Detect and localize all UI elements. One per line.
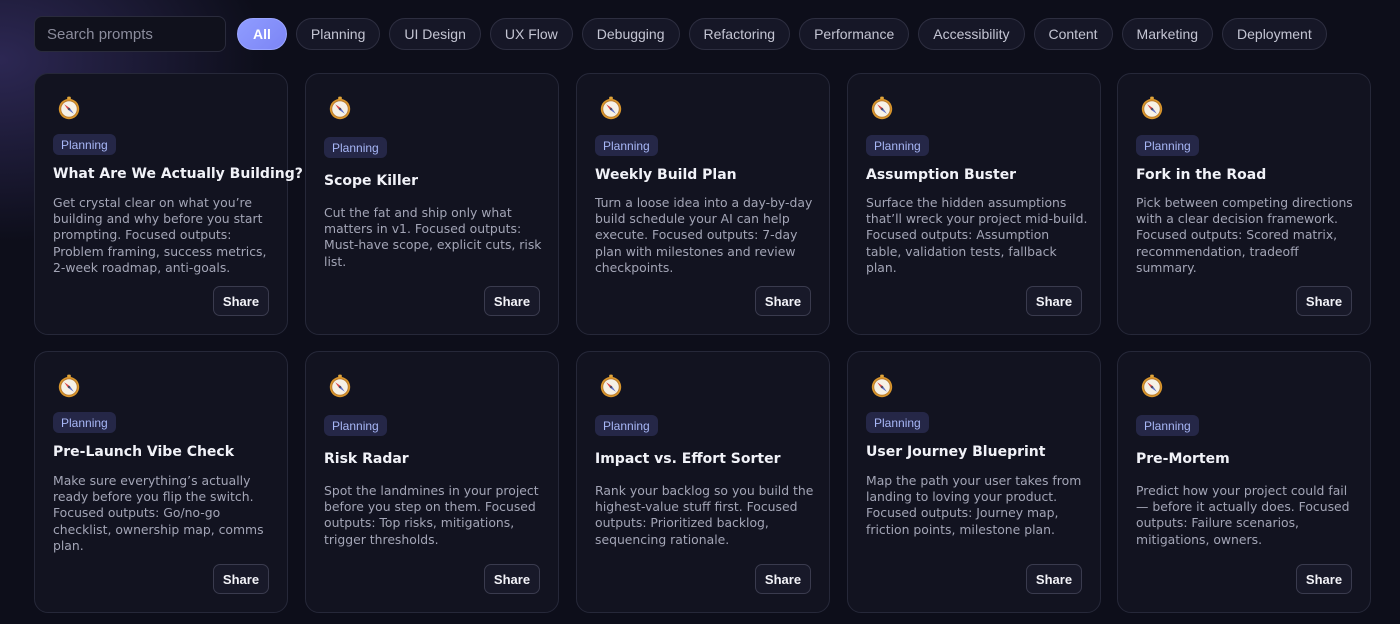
card-description: Get crystal clear on what you’re buildin… [53, 195, 267, 275]
share-button[interactable]: Share [484, 286, 540, 316]
card-title: Pre-Launch Vibe Check [53, 444, 235, 460]
card-title: What Are We Actually Building? [53, 166, 303, 182]
prompt-card[interactable]: Planning User Journey Blueprint Map the … [847, 351, 1101, 613]
share-button[interactable]: Share [213, 564, 269, 594]
search-input[interactable] [34, 16, 226, 52]
prompt-card[interactable]: Planning Impact vs. Effort Sorter Rank y… [576, 351, 830, 613]
filter-refactoring[interactable]: Refactoring [688, 18, 791, 50]
filter-accessibility[interactable]: Accessibility [918, 18, 1025, 50]
compass-icon [599, 374, 623, 398]
category-badge: Planning [595, 415, 658, 436]
share-button[interactable]: Share [755, 564, 811, 594]
category-badge: Planning [595, 135, 658, 156]
category-badge: Planning [1136, 135, 1199, 156]
card-description: Rank your backlog so you build the highe… [595, 483, 814, 547]
share-button[interactable]: Share [1026, 286, 1082, 316]
filter-planning[interactable]: Planning [295, 18, 381, 50]
card-description: Surface the hidden assumptions that’ll w… [866, 195, 1088, 275]
share-button[interactable]: Share [755, 286, 811, 316]
compass-icon [599, 96, 623, 120]
toolbar: All Planning UI Design UX Flow Debugging… [34, 16, 1380, 52]
compass-icon [1140, 96, 1164, 120]
card-title: Fork in the Road [1136, 167, 1267, 183]
card-title: Assumption Buster [866, 167, 1017, 183]
category-badge: Planning [1136, 415, 1199, 436]
category-filters: All Planning UI Design UX Flow Debugging… [237, 18, 1327, 50]
card-description: Predict how your project could fail — be… [1136, 483, 1350, 547]
prompt-card[interactable]: Planning Assumption Buster Surface the h… [847, 73, 1101, 335]
card-title: Risk Radar [324, 451, 409, 467]
share-button[interactable]: Share [213, 286, 269, 316]
card-description: Map the path your user takes from landin… [866, 473, 1082, 537]
compass-icon [1140, 374, 1164, 398]
card-title: Impact vs. Effort Sorter [595, 451, 781, 467]
category-badge: Planning [53, 134, 116, 155]
card-description: Cut the fat and ship only what matters i… [324, 205, 542, 269]
compass-icon [57, 374, 81, 398]
filter-marketing[interactable]: Marketing [1121, 18, 1214, 50]
prompt-card[interactable]: Planning Pre-Mortem Predict how your pro… [1117, 351, 1371, 613]
prompt-card[interactable]: Planning Fork in the Road Pick between c… [1117, 73, 1371, 335]
filter-debugging[interactable]: Debugging [581, 18, 680, 50]
category-badge: Planning [324, 137, 387, 158]
share-button[interactable]: Share [1296, 564, 1352, 594]
filter-deployment[interactable]: Deployment [1222, 18, 1327, 50]
card-title: Scope Killer [324, 173, 419, 189]
compass-icon [870, 374, 894, 398]
share-button[interactable]: Share [484, 564, 540, 594]
category-badge: Planning [53, 412, 116, 433]
compass-icon [328, 374, 352, 398]
compass-icon [870, 96, 894, 120]
filter-ui-design[interactable]: UI Design [389, 18, 481, 50]
filter-ux-flow[interactable]: UX Flow [489, 18, 573, 50]
compass-icon [328, 96, 352, 120]
filter-all[interactable]: All [237, 18, 287, 50]
card-description: Spot the landmines in your project befor… [324, 483, 539, 547]
category-badge: Planning [866, 412, 929, 433]
share-button[interactable]: Share [1026, 564, 1082, 594]
card-title: Pre-Mortem [1136, 451, 1230, 467]
prompt-card[interactable]: Planning Pre-Launch Vibe Check Make sure… [34, 351, 288, 613]
card-title: Weekly Build Plan [595, 167, 737, 183]
prompt-card[interactable]: Planning Scope Killer Cut the fat and sh… [305, 73, 559, 335]
filter-performance[interactable]: Performance [799, 18, 910, 50]
category-badge: Planning [866, 135, 929, 156]
prompt-card[interactable]: Planning What Are We Actually Building? … [34, 73, 303, 335]
card-description: Make sure everything’s actually ready be… [53, 473, 264, 553]
share-button[interactable]: Share [1296, 286, 1352, 316]
compass-icon [57, 96, 81, 120]
card-description: Turn a loose idea into a day-by-day buil… [595, 195, 813, 275]
card-title: User Journey Blueprint [866, 444, 1046, 460]
card-description: Pick between competing directions with a… [1136, 195, 1353, 275]
category-badge: Planning [324, 415, 387, 436]
prompt-card[interactable]: Planning Weekly Build Plan Turn a loose … [576, 73, 830, 335]
prompt-card[interactable]: Planning Risk Radar Spot the landmines i… [305, 351, 559, 613]
filter-content[interactable]: Content [1033, 18, 1113, 50]
